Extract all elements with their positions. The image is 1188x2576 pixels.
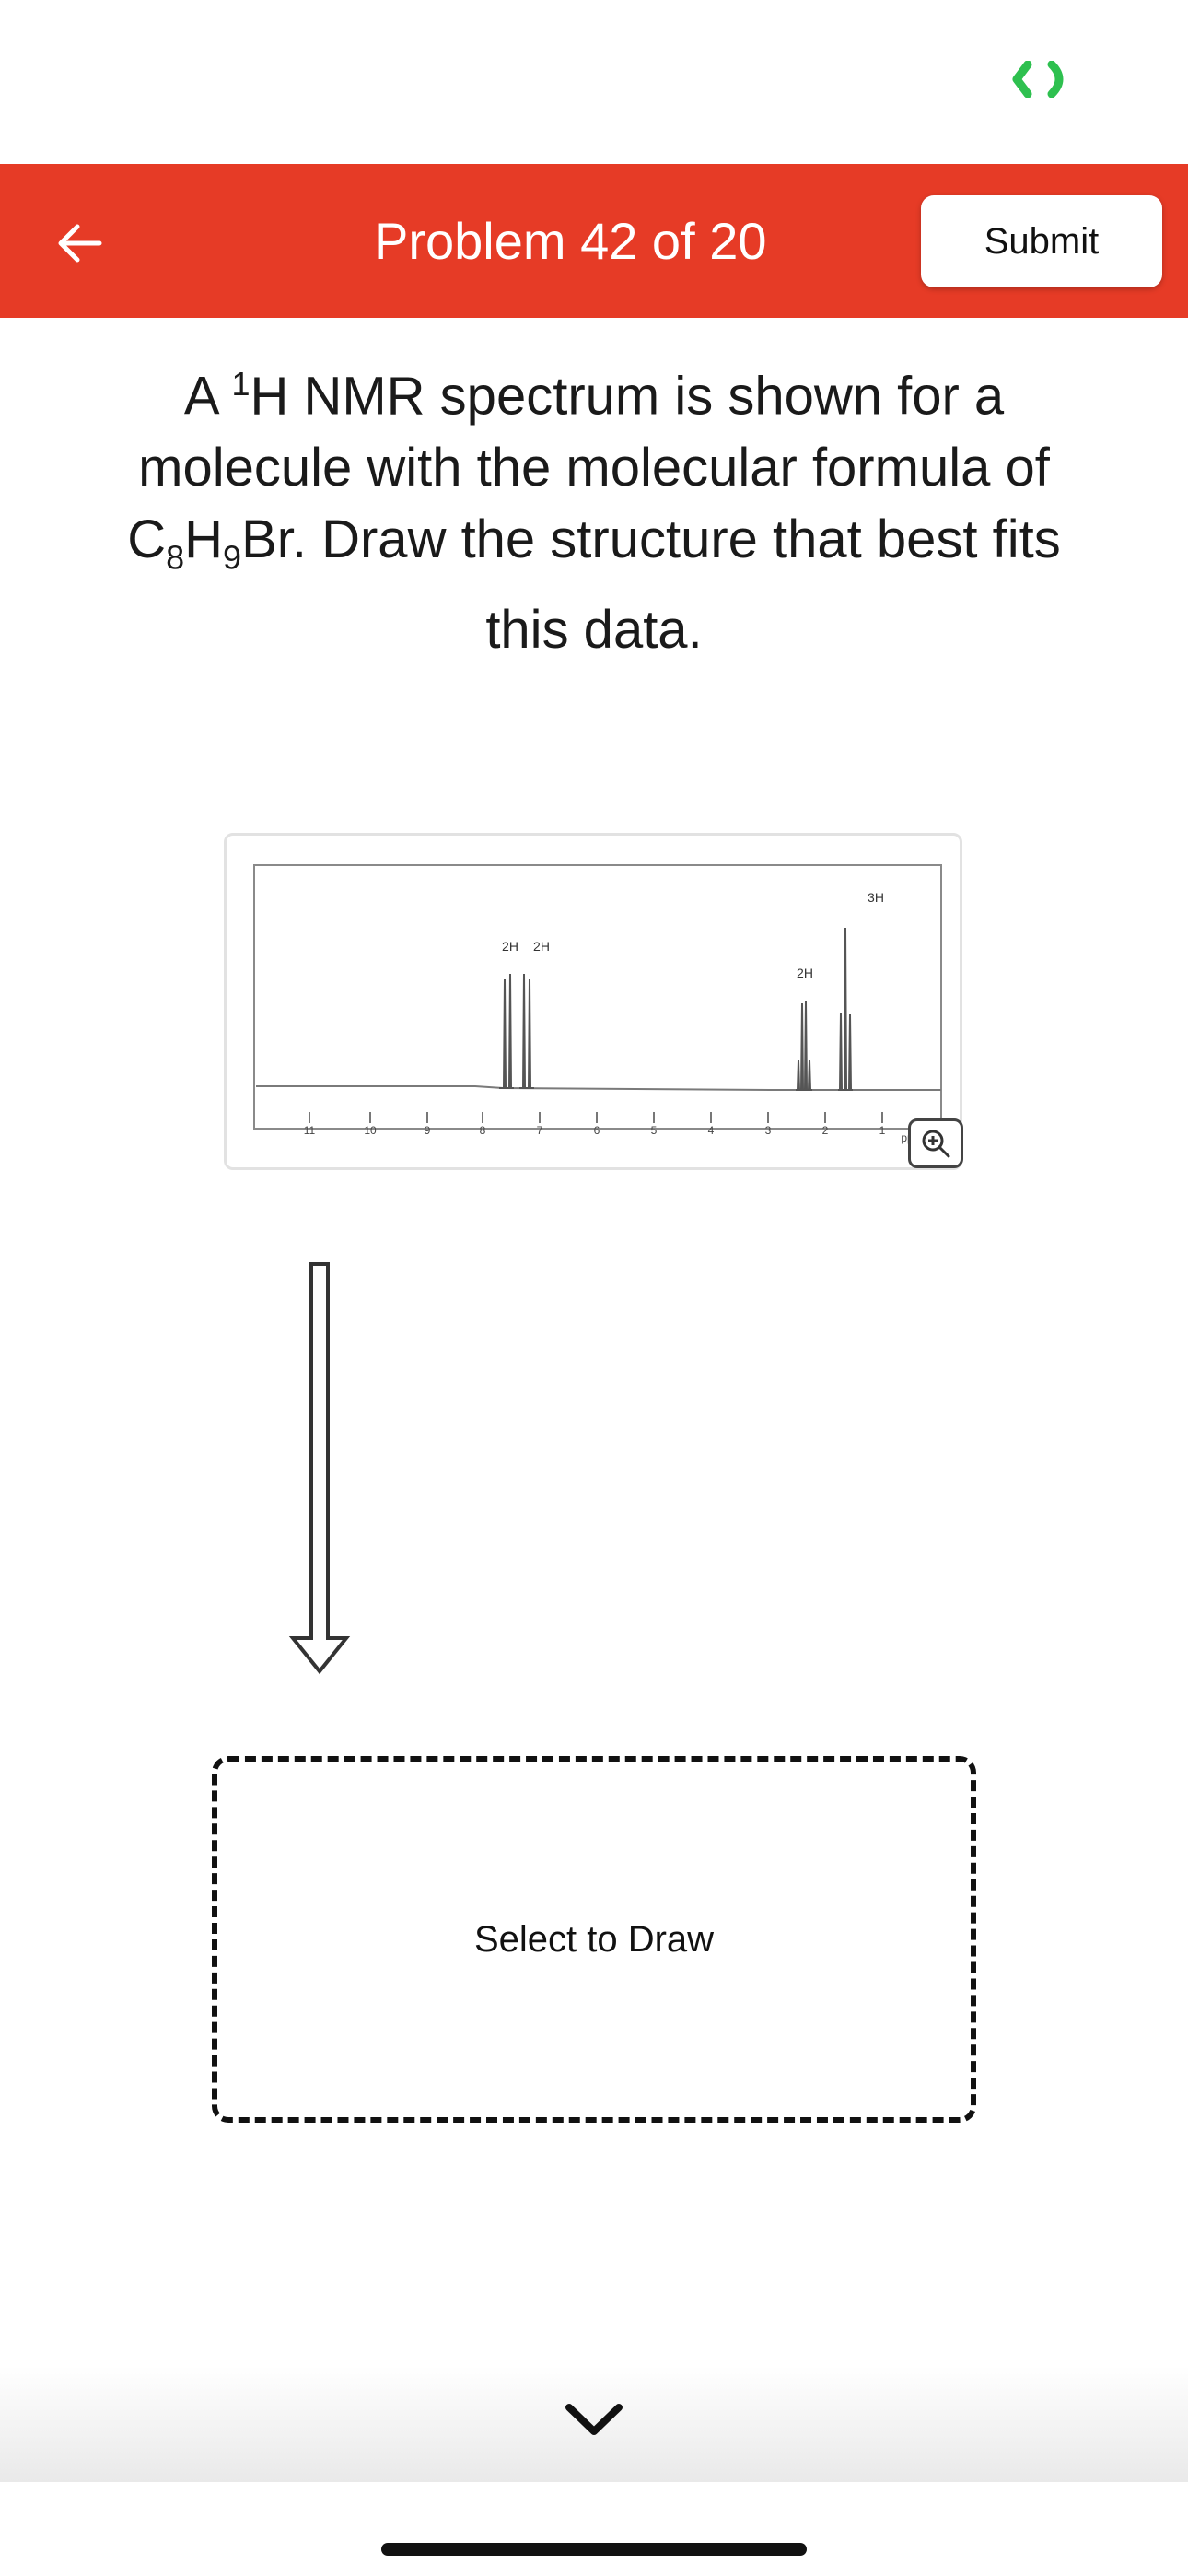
axis-tick-label: 10 — [364, 1124, 377, 1137]
app-header: Problem 42 of 20 Submit — [0, 164, 1188, 318]
axis-tick-label: 6 — [594, 1124, 600, 1137]
axis-tick-label: 2 — [822, 1124, 829, 1137]
peak-aromatic-1 — [499, 973, 514, 1089]
question-line-2: molecule with the molecular formula of — [138, 438, 1050, 498]
connection-indicator-icon — [1012, 61, 1064, 98]
submit-button[interactable]: Submit — [921, 195, 1162, 287]
axis-tick-label: 11 — [304, 1124, 316, 1137]
reaction-arrow-icon — [288, 1262, 351, 1675]
page-title: Problem 42 of 20 — [374, 212, 767, 270]
nmr-spectrum: 2H 2H 2H 3H 11 10 9 8 7 6 5 4 3 2 1 — [224, 833, 962, 1170]
nmr-spectrum-plot: 2H 2H 2H 3H 11 10 9 8 7 6 5 4 3 2 1 — [253, 864, 942, 1144]
peak-quartet — [796, 1001, 812, 1091]
question-text: A 1H NMR spectrum is shown for a molecul… — [74, 348, 1114, 666]
peak-label-aromatic-1: 2H — [502, 939, 518, 954]
peak-label-triplet: 3H — [868, 890, 884, 905]
draw-area-label: Select to Draw — [473, 1918, 715, 1960]
back-button[interactable] — [42, 206, 116, 280]
zoom-in-icon — [922, 1130, 950, 1158]
question-line-4: this data. — [485, 599, 703, 660]
axis-ticks — [309, 1112, 883, 1123]
axis-tick-label: 1 — [879, 1124, 886, 1137]
axis-tick-label: 3 — [765, 1124, 772, 1137]
zoom-button[interactable] — [908, 1118, 963, 1168]
axis-tick-label: 7 — [537, 1124, 543, 1137]
peak-label-quartet: 2H — [797, 966, 813, 980]
draw-area[interactable]: Select to Draw — [212, 1756, 976, 2123]
question-line-3: C8H9Br. Draw the structure that best fit… — [127, 509, 1061, 577]
axis-tick-label: 9 — [425, 1124, 431, 1137]
home-indicator — [381, 2543, 807, 2556]
chevron-down-icon[interactable] — [562, 2400, 626, 2441]
axis-tick-label: 5 — [651, 1124, 658, 1137]
axis-tick-label: 4 — [708, 1124, 715, 1137]
peak-aromatic-2 — [519, 973, 534, 1089]
peak-label-aromatic-2: 2H — [533, 939, 550, 954]
axis-tick-label: 8 — [480, 1124, 486, 1137]
peak-triplet — [838, 927, 853, 1091]
question-line-1: A 1H NMR spectrum is shown for a — [183, 365, 1005, 427]
status-area — [0, 0, 1188, 164]
arrow-left-icon — [58, 224, 102, 263]
